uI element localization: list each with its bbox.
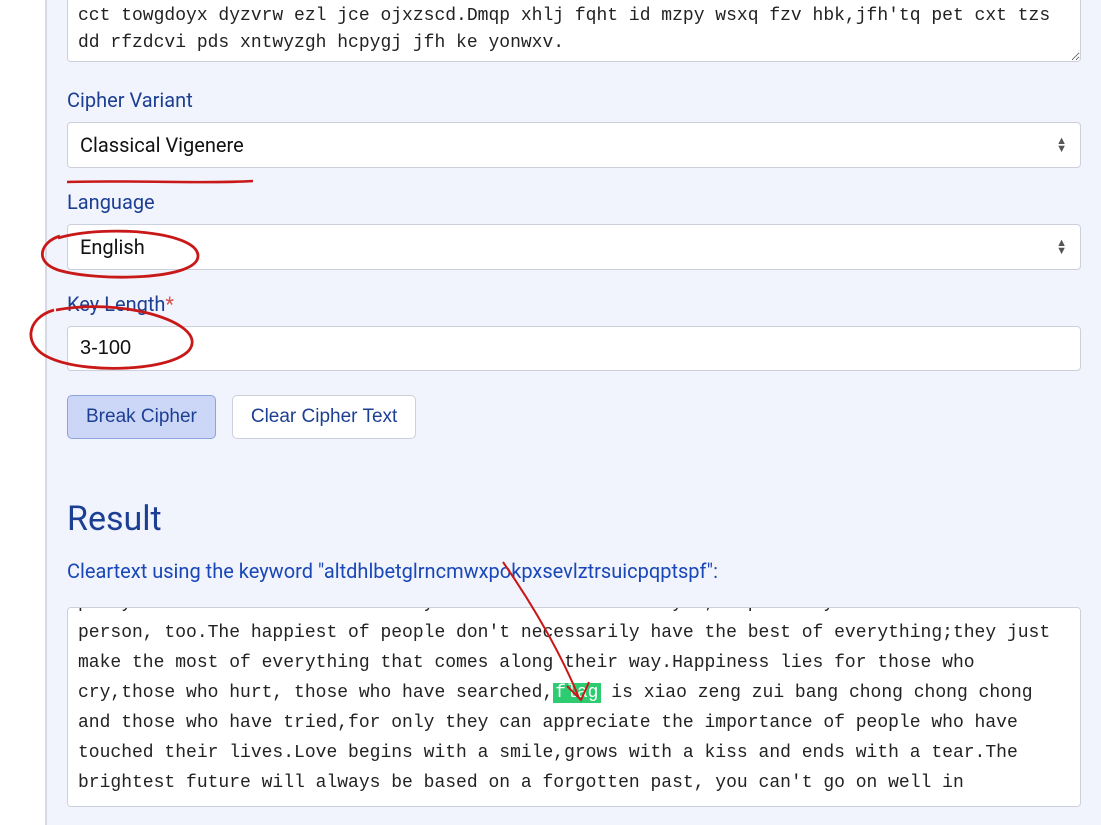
result-heading: Result — [67, 499, 1081, 539]
cipher-variant-select[interactable]: Classical Vigenere — [67, 122, 1081, 168]
cipher-variant-select-wrap: Classical Vigenere ▲▼ — [67, 122, 1081, 168]
highlight-flag: flag — [553, 683, 600, 703]
clear-cipher-button[interactable]: Clear Cipher Text — [232, 395, 416, 439]
language-select-wrap: English ▲▼ — [67, 224, 1081, 270]
key-length-label: Key Length* — [67, 292, 1081, 316]
break-cipher-button[interactable]: Break Cipher — [67, 395, 216, 439]
language-select[interactable]: English — [67, 224, 1081, 270]
result-sub-prefix: Cleartext using the keyword " — [67, 559, 324, 583]
language-label: Language — [67, 190, 1081, 214]
required-asterisk: * — [165, 292, 174, 316]
cipher-variant-label: Cipher Variant — [67, 88, 1081, 112]
result-text-area[interactable]: put yourself in others'shoes.If you feel… — [67, 607, 1081, 807]
key-length-input[interactable] — [67, 326, 1081, 371]
key-length-label-text: Key Length — [67, 292, 165, 316]
button-row: Break Cipher Clear Cipher Text — [67, 395, 1081, 439]
cipher-panel: Cipher Variant Classical Vigenere ▲▼ Lan… — [45, 0, 1101, 825]
result-subheading: Cleartext using the keyword "altdhlbetgl… — [67, 559, 1081, 583]
cipher-text-input[interactable] — [67, 0, 1081, 62]
result-keyword: altdhlbetglrncmwxpokpxsevlztrsuicpqptspf — [324, 559, 707, 583]
result-sub-suffix: ": — [707, 559, 718, 583]
